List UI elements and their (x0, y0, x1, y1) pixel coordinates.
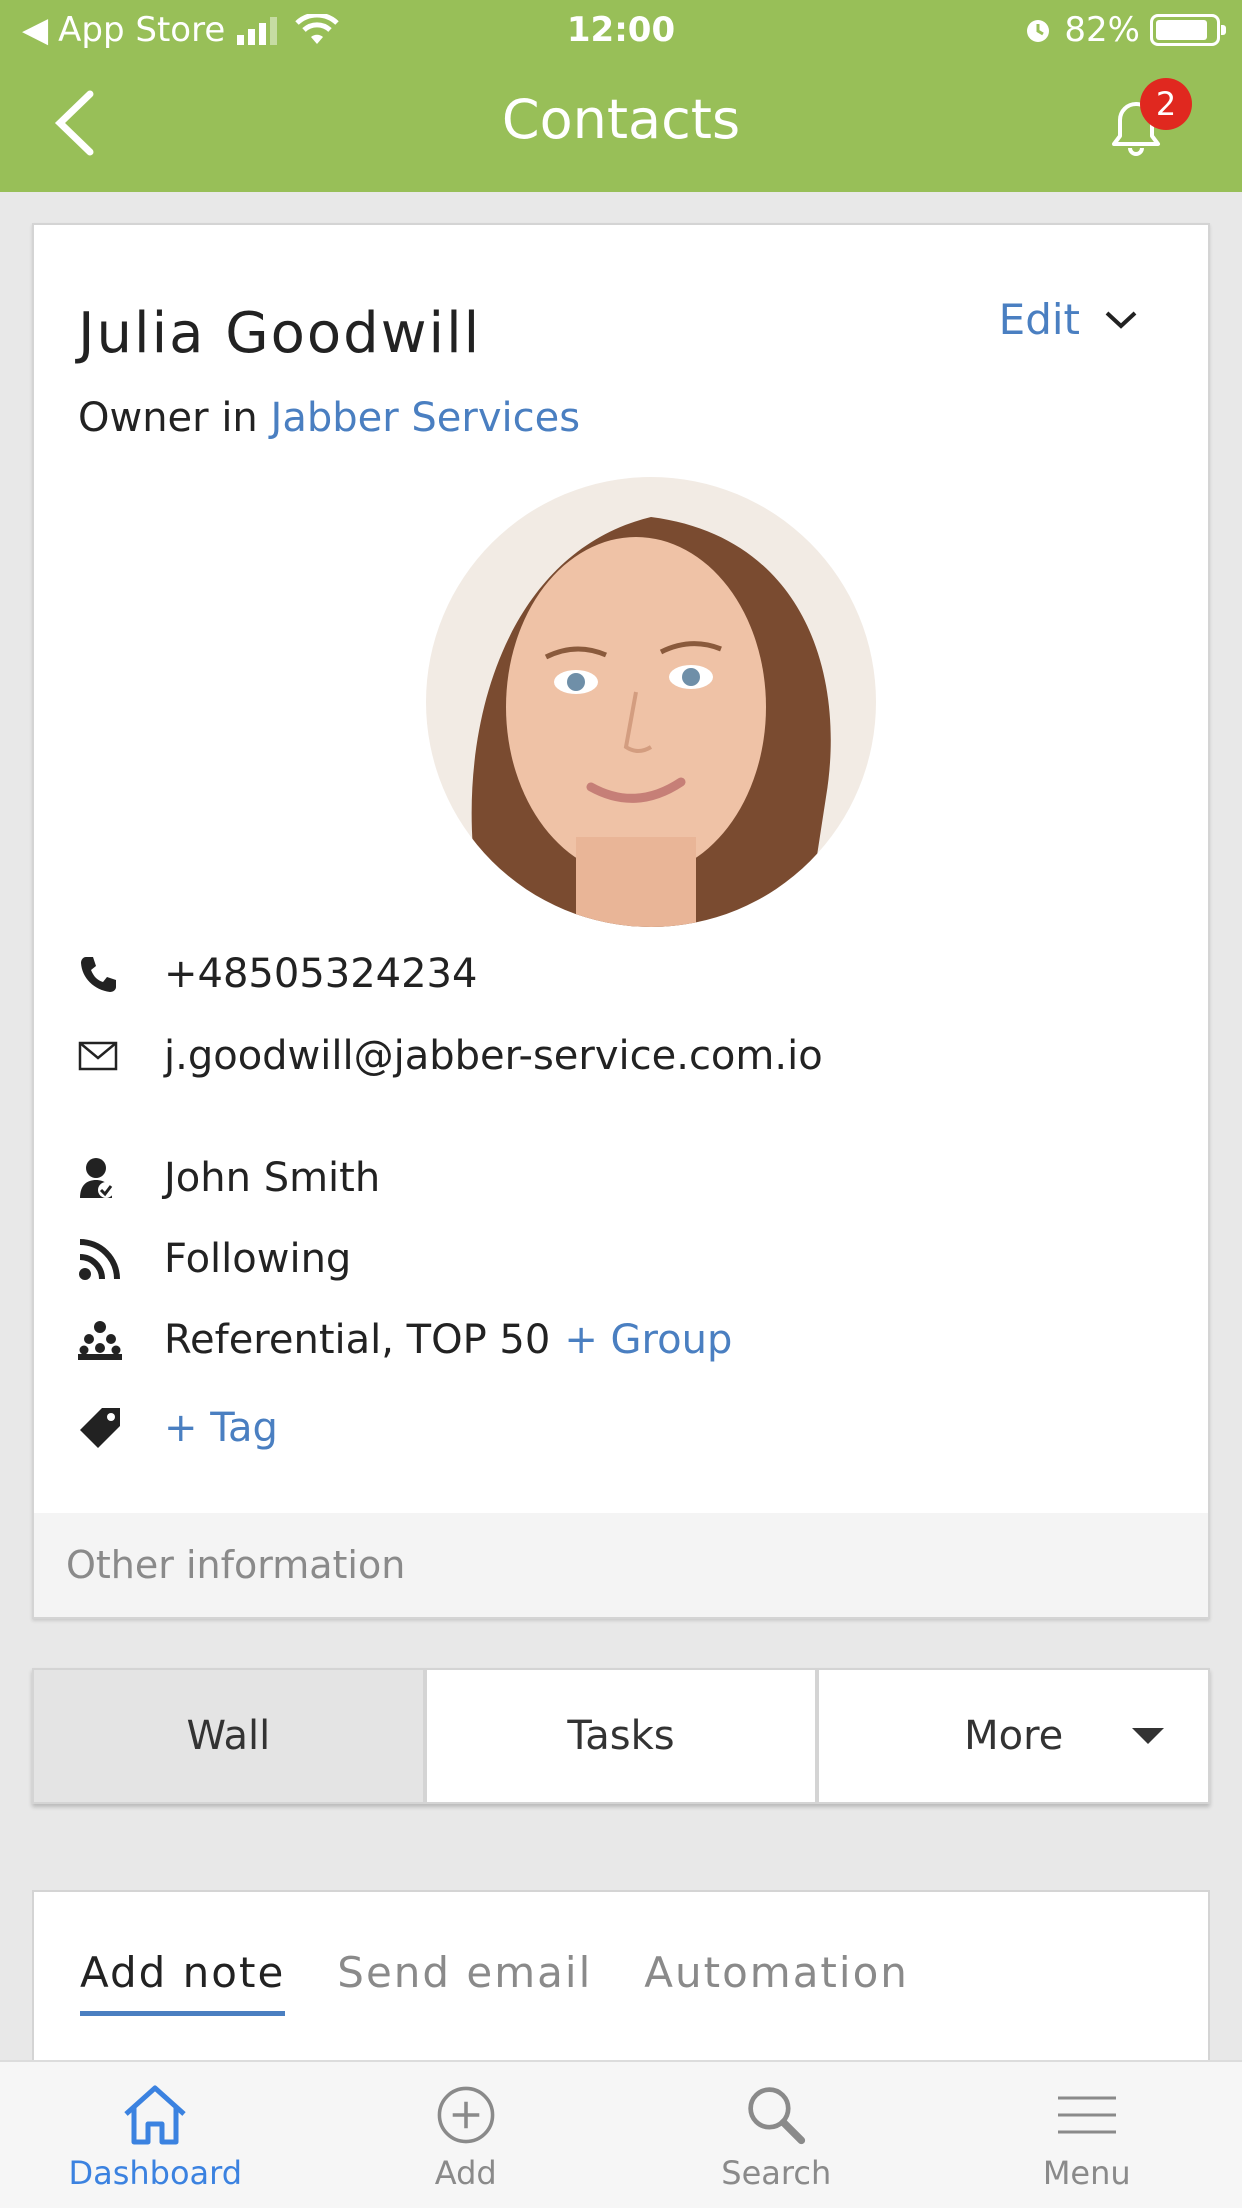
bottom-nav: Dashboard Add Search Menu (0, 2060, 1242, 2208)
nav-search-label: Search (721, 2154, 832, 2192)
nav-add[interactable]: Add (311, 2062, 622, 2208)
nav-menu[interactable]: Menu (932, 2062, 1242, 2208)
add-group-link[interactable]: + Group (564, 1317, 732, 1363)
tab-tasks[interactable]: Tasks (424, 1668, 818, 1804)
notification-badge: 2 (1140, 78, 1192, 130)
plus-circle-icon (437, 2086, 495, 2144)
follow-status: Following (164, 1236, 352, 1282)
note-tabs: Add note Send email Automation (80, 1948, 909, 2016)
contact-name: Julia Goodwill (78, 301, 482, 366)
groups-row: Referential, TOP 50 + Group (78, 1317, 732, 1363)
notifications-button[interactable]: 2 (1100, 78, 1192, 168)
content-tabs: Wall Tasks More (32, 1668, 1211, 1804)
search-icon (748, 2087, 806, 2145)
add-tag-link[interactable]: + Tag (164, 1405, 278, 1451)
rss-icon (78, 1237, 164, 1281)
top-bar: ◀ App Store 12:00 82% Contacts 2 (0, 0, 1242, 192)
tab-more-label: More (964, 1713, 1064, 1759)
tab-more[interactable]: More (817, 1668, 1211, 1804)
owner-name: John Smith (164, 1155, 381, 1201)
tab-wall[interactable]: Wall (32, 1668, 425, 1804)
nav-search[interactable]: Search (621, 2062, 932, 2208)
email-address: j.goodwill@jabber-service.com.io (164, 1033, 823, 1079)
menu-icon (1057, 2096, 1116, 2134)
tab-automation[interactable]: Automation (644, 1948, 909, 2016)
nav-dashboard-label: Dashboard (68, 2154, 243, 2192)
edit-label: Edit (998, 295, 1080, 344)
status-right: 82% (1022, 10, 1226, 50)
status-bar: ◀ App Store 12:00 82% (0, 0, 1242, 62)
tab-add-note[interactable]: Add note (80, 1948, 286, 2016)
envelope-icon (78, 1041, 164, 1071)
tags-row: + Tag (78, 1405, 278, 1451)
phone-row[interactable]: +48505324234 (78, 951, 477, 997)
chevron-down-icon (1105, 311, 1137, 329)
owner-row: John Smith (78, 1155, 380, 1201)
tab-tasks-label: Tasks (567, 1713, 675, 1759)
other-information-section[interactable]: Other information (34, 1513, 1208, 1617)
tab-send-email[interactable]: Send email (337, 1948, 592, 2016)
battery-icon (1150, 14, 1226, 46)
tab-wall-label: Wall (186, 1713, 271, 1759)
phone-icon (78, 954, 164, 994)
nav-menu-label: Menu (1042, 2154, 1131, 2192)
follow-row[interactable]: Following (78, 1236, 351, 1282)
email-row[interactable]: j.goodwill@jabber-service.com.io (78, 1033, 823, 1079)
edit-button[interactable]: Edit (999, 295, 1138, 344)
nav-dashboard[interactable]: Dashboard (0, 2062, 311, 2208)
tag-icon (78, 1406, 164, 1450)
battery-percent: 82% (1064, 10, 1140, 50)
avatar (426, 477, 876, 927)
avatar-portrait (426, 477, 876, 927)
phone-number: +48505324234 (164, 951, 478, 997)
contact-card: Julia Goodwill Edit Owner in Jabber Serv… (32, 223, 1210, 1619)
contact-role: Owner in Jabber Services (78, 395, 580, 441)
role-prefix: Owner in (78, 395, 258, 441)
group-list: Referential, TOP 50 (164, 1317, 551, 1363)
user-check-icon (78, 1156, 164, 1200)
home-icon (124, 2085, 186, 2145)
nav-add-label: Add (434, 2154, 497, 2192)
group-icon (78, 1320, 164, 1360)
caret-down-icon (1132, 1728, 1165, 1744)
company-link[interactable]: Jabber Services (271, 395, 581, 441)
page-title: Contacts (501, 88, 741, 151)
alarm-icon (1027, 20, 1050, 42)
